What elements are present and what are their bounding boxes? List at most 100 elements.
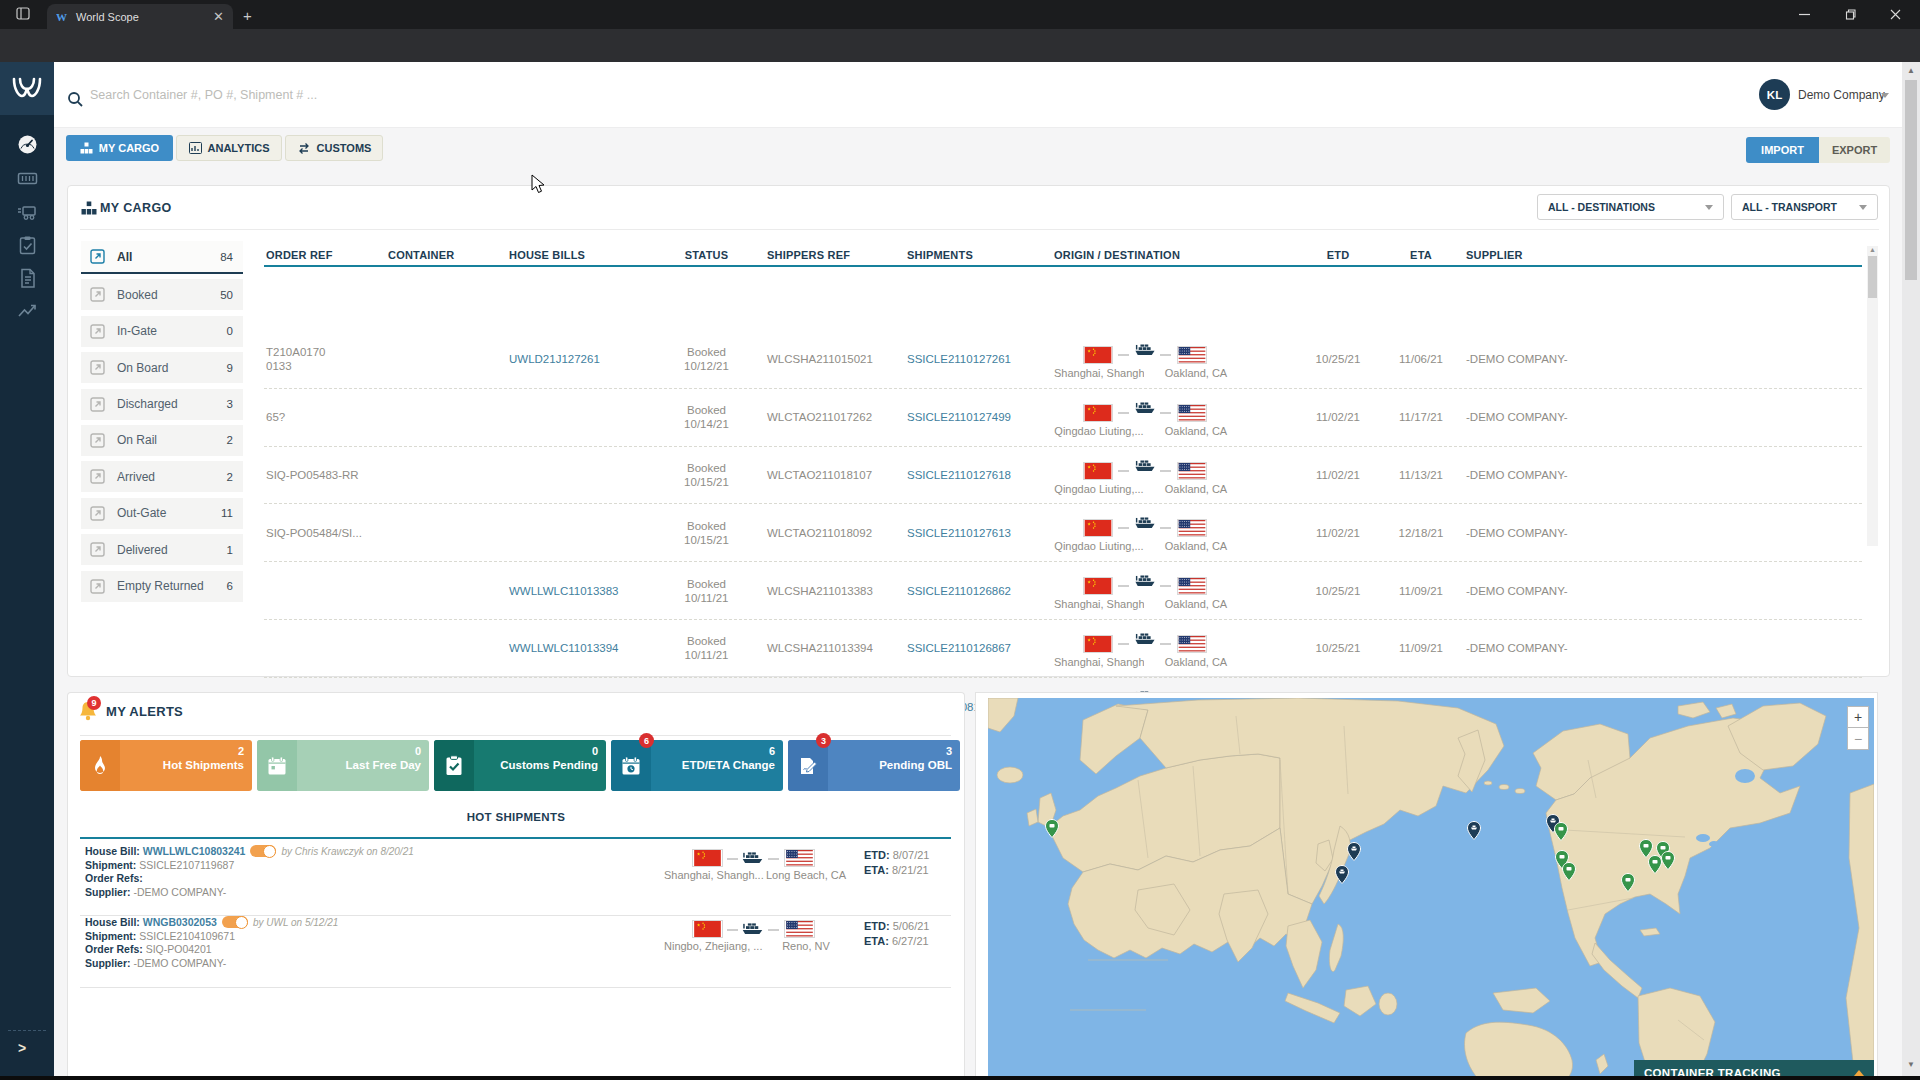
company-name[interactable]: Demo Company xyxy=(1798,88,1885,102)
alert-icon xyxy=(80,740,120,791)
divider xyxy=(80,987,951,988)
sidebar-item-containers[interactable] xyxy=(17,168,38,189)
destination-label: Reno, NV xyxy=(766,940,846,952)
cell-shipment[interactable]: SSICLE2110127613 xyxy=(907,504,1049,561)
cell-shipment[interactable]: SSICLE2110126867 xyxy=(907,620,1049,677)
house-bill-link[interactable]: WNGB0302053 xyxy=(143,916,217,928)
map-pin-vessel[interactable] xyxy=(1347,842,1361,861)
map-pin-vessel[interactable] xyxy=(1467,821,1481,840)
column-header[interactable]: CONTAINER xyxy=(388,249,454,261)
column-header[interactable]: ETA xyxy=(1386,249,1456,261)
map-pin-vessel[interactable] xyxy=(1335,865,1349,884)
cell-house-bill[interactable]: WWLLWLC11013394 xyxy=(509,620,664,677)
status-filter-count: 6 xyxy=(227,580,233,592)
house-bill-link[interactable]: WWLLWLC10803241 xyxy=(143,845,246,857)
world-map[interactable]: + − CONTAINER TRACKING xyxy=(988,698,1874,1080)
sidebar-item-tasks[interactable] xyxy=(17,235,38,256)
divider xyxy=(80,837,951,839)
tab-my-cargo[interactable]: MY CARGO xyxy=(66,135,173,161)
alert-card-etd-eta-change[interactable]: 6 ETD/ETA Change 6 xyxy=(611,740,783,791)
cell-shippers-ref: WLCTAO211018092 xyxy=(767,504,905,561)
cell-shipment[interactable]: SSICLE2110127618 xyxy=(907,447,1049,504)
cell-supplier: -DEMO COMPANY- xyxy=(1466,620,1646,677)
status-filter-delivered[interactable]: Delivered 1 xyxy=(81,534,243,565)
cell-house-bill[interactable]: UWLD21J127261 xyxy=(509,331,664,388)
cell-house-bill[interactable]: WWLLWLC11013383 xyxy=(509,562,664,619)
hot-toggle[interactable] xyxy=(250,845,276,857)
map-pin-delivered[interactable] xyxy=(1661,851,1675,870)
status-filter-all[interactable]: All 84 xyxy=(81,241,243,274)
map-pin-delivered[interactable] xyxy=(1621,873,1635,892)
status-filter-on-rail[interactable]: On Rail 2 xyxy=(81,425,243,456)
column-header[interactable]: STATUS xyxy=(659,249,754,261)
table-scrollbar[interactable]: ▲ xyxy=(1867,246,1878,546)
status-filter-in-gate[interactable]: In-Gate 0 xyxy=(81,316,243,347)
map-zoom-in-button[interactable]: + xyxy=(1847,706,1869,728)
map-zoom-out-button[interactable]: − xyxy=(1847,728,1869,750)
window-minimize-button[interactable] xyxy=(1781,0,1827,29)
cell-house-bill[interactable] xyxy=(509,504,664,561)
app-logo[interactable] xyxy=(0,62,54,115)
alert-card-customs-pending[interactable]: 0 Customs Pending xyxy=(434,740,606,791)
page-scrollbar[interactable]: ▲ ▼ xyxy=(1902,62,1920,1076)
status-filter-booked[interactable]: Booked 50 xyxy=(81,279,243,310)
cargo-table-row[interactable]: WWLLWLC11013394 Booked10/11/21 WLCSHA211… xyxy=(264,620,1862,678)
alert-card-hot-shipments[interactable]: 2 Hot Shipments xyxy=(80,740,252,791)
column-header[interactable]: SHIPPERS REF xyxy=(767,249,850,261)
sidebar-expand-button[interactable]: > xyxy=(18,1040,26,1056)
cargo-table-row[interactable]: SIQ-PO05483-RR Booked10/15/21 WLCTAO2110… xyxy=(264,447,1862,505)
map-pin-delivered[interactable] xyxy=(1554,822,1568,841)
new-tab-button[interactable]: + xyxy=(243,7,252,24)
cargo-table-row[interactable]: 65? Booked10/14/21 WLCTAO211017262 SSICL… xyxy=(264,389,1862,447)
import-button[interactable]: IMPORT xyxy=(1746,137,1819,163)
cell-house-bill[interactable] xyxy=(509,389,664,446)
browser-tab[interactable]: W World Scope ✕ xyxy=(47,4,233,29)
sidebar-item-analytics[interactable] xyxy=(17,301,38,322)
scrollbar-thumb[interactable] xyxy=(1905,80,1917,280)
cargo-table-row[interactable]: T210A0170 0133 UWLD21J127261 Booked10/12… xyxy=(264,331,1862,389)
cell-shipment[interactable]: SSICLE2110127499 xyxy=(907,389,1049,446)
cargo-table-row[interactable]: SIQ-PO05484/SI... Booked10/15/21 WLCTAO2… xyxy=(264,504,1862,562)
cargo-icon xyxy=(80,142,93,154)
sidebar-item-dashboard[interactable] xyxy=(17,134,38,155)
cell-status: Booked10/14/21 xyxy=(659,389,754,446)
map-pin-delivered[interactable] xyxy=(1648,855,1662,874)
map-pin-delivered[interactable] xyxy=(1562,862,1576,881)
transport-filter-dropdown[interactable]: ALL - TRANSPORT xyxy=(1731,194,1878,220)
status-filter-arrived[interactable]: Arrived 2 xyxy=(81,461,243,492)
status-filter-discharged[interactable]: Discharged 3 xyxy=(81,389,243,420)
sidebar-item-shipments[interactable] xyxy=(17,201,38,222)
alert-count: 0 xyxy=(415,745,421,757)
destinations-filter-dropdown[interactable]: ALL - DESTINATIONS xyxy=(1537,194,1724,220)
cargo-table-row[interactable]: WWLLWLC11013383 Booked10/11/21 WLCSHA211… xyxy=(264,562,1862,620)
company-chevron-down-icon[interactable] xyxy=(1881,93,1889,98)
cell-shipment[interactable]: SSICLE2110126862 xyxy=(907,562,1049,619)
column-header[interactable]: ORIGIN / DESTINATION xyxy=(1054,249,1180,261)
column-header[interactable]: HOUSE BILLS xyxy=(509,249,585,261)
avatar[interactable]: KL xyxy=(1759,79,1790,110)
column-header[interactable]: SUPPLIER xyxy=(1466,249,1523,261)
column-header[interactable]: ORDER REF xyxy=(266,249,333,261)
alert-card-pending-obl[interactable]: 3 Pending OBL 3 xyxy=(788,740,960,791)
tab-switcher-icon[interactable] xyxy=(16,7,30,20)
tab-close-icon[interactable]: ✕ xyxy=(213,10,224,23)
alert-card-last-free-day[interactable]: 0 Last Free Day xyxy=(257,740,429,791)
window-maximize-button[interactable] xyxy=(1827,0,1873,29)
scrollbar-thumb[interactable] xyxy=(1868,256,1877,298)
tab-customs[interactable]: CUSTOMS xyxy=(285,135,383,161)
status-filter-empty-returned[interactable]: Empty Returned 6 xyxy=(81,571,243,602)
status-filter-out-gate[interactable]: Out-Gate 11 xyxy=(81,498,243,529)
status-filter-label: In-Gate xyxy=(117,324,227,338)
window-close-button[interactable] xyxy=(1872,0,1918,29)
cell-house-bill[interactable] xyxy=(509,447,664,504)
column-header[interactable]: SHIPMENTS xyxy=(907,249,973,261)
export-button[interactable]: EXPORT xyxy=(1819,137,1890,163)
tab-analytics[interactable]: ANALYTICS xyxy=(176,135,282,161)
search-input[interactable]: Search Container #, PO #, Shipment # ... xyxy=(90,88,790,102)
column-header[interactable]: ETD xyxy=(1303,249,1373,261)
cell-shipment[interactable]: SSICLE2110127261 xyxy=(907,331,1049,388)
sidebar-item-documents[interactable] xyxy=(17,268,38,289)
hot-toggle[interactable] xyxy=(222,916,248,928)
map-pin-delivered[interactable] xyxy=(1045,819,1059,838)
status-filter-on-board[interactable]: On Board 9 xyxy=(81,352,243,383)
